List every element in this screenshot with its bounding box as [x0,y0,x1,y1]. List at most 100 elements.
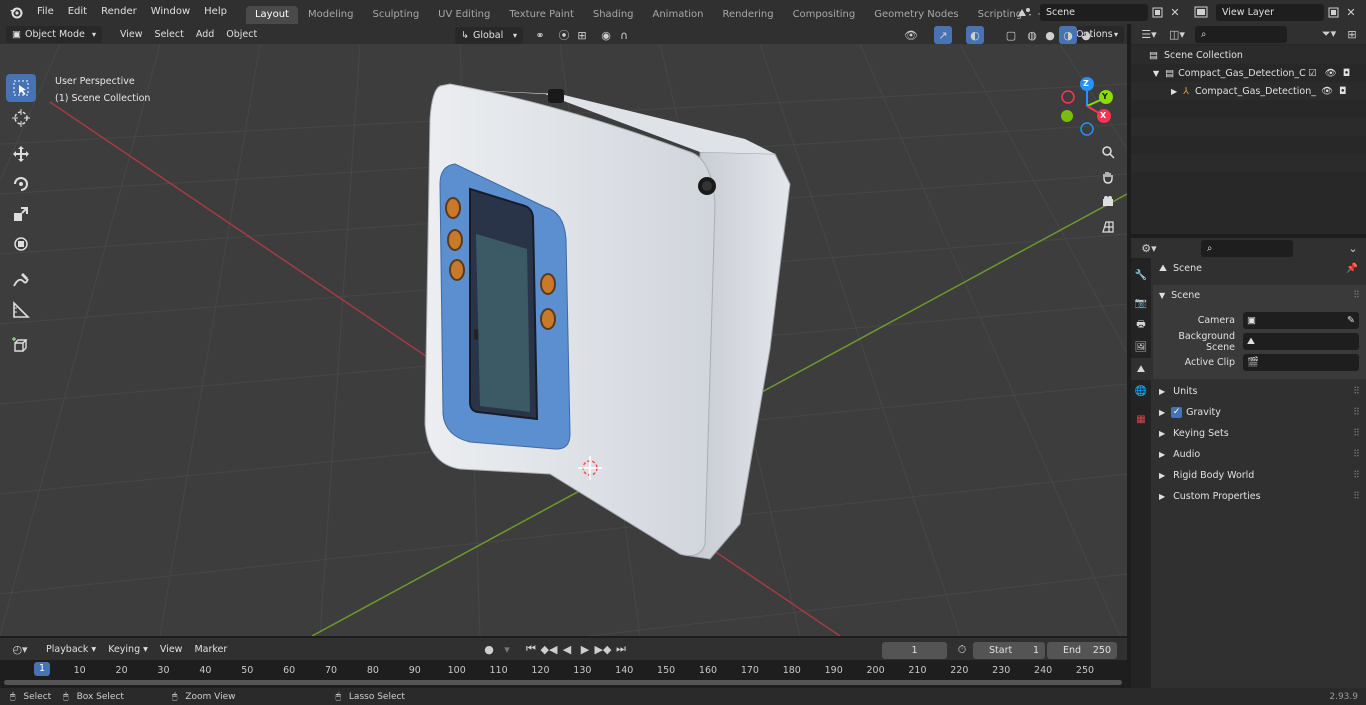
drag-handle-icon[interactable]: ⠿ [1353,449,1360,460]
transform-tool[interactable] [6,230,36,258]
start-frame-field[interactable]: Start 1 [973,641,1045,659]
xray-icon[interactable]: ▢ [1002,26,1020,44]
outliner-search-input[interactable]: ⌕ [1195,25,1287,43]
filter-icon[interactable]: ⏷▾ [1315,25,1343,43]
select-box-tool[interactable] [6,74,36,102]
camera-icon[interactable]: ◘ [1343,68,1351,79]
background-scene-field[interactable]: ⛰ [1243,333,1359,350]
menu-window[interactable]: Window [144,0,197,24]
cursor-tool[interactable] [6,104,36,132]
tab-shading[interactable]: Shading [584,6,643,24]
ortho-grid-icon[interactable] [1097,216,1119,238]
view-layer-tab-icon[interactable]: 🖼 [1131,336,1151,358]
menu-render[interactable]: Render [94,0,144,24]
tab-geometry-nodes[interactable]: Geometry Nodes [865,6,967,24]
rigid-body-world-panel-header[interactable]: ▶ Rigid Body World ⠿ [1153,465,1366,486]
tab-rendering[interactable]: Rendering [713,6,782,24]
new-scene-icon[interactable] [1148,3,1166,21]
eyedropper-icon[interactable]: ✎ [1347,315,1355,326]
zoom-icon[interactable] [1097,141,1119,163]
new-view-layer-icon[interactable] [1324,3,1342,21]
display-mode-icon[interactable]: ◫▾ [1163,25,1191,43]
drag-handle-icon[interactable]: ⠿ [1353,290,1360,301]
camera-icon[interactable]: ◘ [1339,86,1347,97]
end-frame-field[interactable]: End 250 [1047,641,1117,659]
3d-viewport[interactable]: Z Y X User Perspective (1) Scene Collect… [0,44,1127,636]
audio-panel-header[interactable]: ▶ Audio ⠿ [1153,444,1366,465]
checkbox-icon[interactable]: ☑ [1308,68,1317,79]
outliner-scene-collection[interactable]: ▤ Scene Collection [1131,46,1366,64]
eye-icon[interactable]: 👁 [1321,86,1333,97]
rendered-shading-icon[interactable]: ◕ [1077,26,1095,44]
drag-handle-icon[interactable]: ⠿ [1353,428,1360,439]
custom-properties-panel-header[interactable]: ▶ Custom Properties ⠿ [1153,486,1366,507]
blender-logo-icon[interactable] [6,3,26,21]
tab-modeling[interactable]: Modeling [299,6,363,24]
move-tool[interactable] [6,140,36,168]
jump-end-icon[interactable]: ⏭ [612,640,630,658]
scene-name-field[interactable]: Scene [1040,3,1148,21]
pan-hand-icon[interactable] [1097,166,1119,188]
tool-tab-icon[interactable]: 🔧 [1131,264,1151,286]
pin-icon[interactable]: 📌 [1346,263,1358,274]
jump-start-icon[interactable]: ⏮ [522,640,540,658]
view-layer-name-field[interactable]: View Layer [1216,3,1324,21]
auto-key-dropdown-icon[interactable]: ▾ [498,640,516,658]
camera-field[interactable]: ▣ ✎ [1243,312,1359,329]
drag-handle-icon[interactable]: ⠿ [1353,386,1360,397]
annotate-tool[interactable] [6,266,36,294]
output-tab-icon[interactable]: 🖶 [1131,314,1151,336]
close-icon[interactable]: ✕ [1166,3,1184,21]
tab-sculpting[interactable]: Sculpting [363,6,428,24]
add-cube-tool[interactable] [6,332,36,360]
timeline-menu-playback[interactable]: Playback ▾ [40,641,102,658]
outliner-item[interactable]: ▶ ⅄ Compact_Gas_Detection_ 👁 ◘ [1131,82,1366,100]
drag-handle-icon[interactable]: ⠿ [1353,491,1360,502]
menu-file[interactable]: File [30,0,61,24]
scene-tab-icon[interactable]: ⛰ [1131,358,1151,380]
proportional-edit-icon[interactable]: ◉ [597,26,615,44]
chevron-right-icon[interactable]: ▶ [1171,87,1177,96]
tab-texture-paint[interactable]: Texture Paint [500,6,583,24]
keying-sets-panel-header[interactable]: ▶ Keying Sets ⠿ [1153,423,1366,444]
viewport-menu-select[interactable]: Select [149,26,190,43]
scene-panel-header[interactable]: ▼ Scene ⠿ [1153,285,1366,306]
chevron-down-icon[interactable]: ⌄ [1344,239,1362,257]
stopwatch-icon[interactable]: ⏱ [953,641,971,659]
wireframe-shading-icon[interactable]: ◍ [1023,26,1041,44]
play-reverse-icon[interactable]: ◀ [558,640,576,658]
properties-editor-type-icon[interactable]: ⚙▾ [1135,239,1163,257]
drag-handle-icon[interactable]: ⠿ [1353,407,1360,418]
chevron-down-icon[interactable]: ▼ [1153,69,1159,78]
scale-tool[interactable] [6,200,36,228]
timeline-scrollbar[interactable] [4,680,1122,685]
tab-layout[interactable]: Layout [245,6,298,24]
outliner-editor-type-icon[interactable]: ☰▾ [1135,25,1163,43]
object-mode-dropdown[interactable]: ▣ Object Mode ▾ [6,26,102,43]
timeline-menu-keying[interactable]: Keying ▾ [102,641,154,658]
overlay-toggle-icon[interactable]: ◐ [966,26,984,44]
measure-tool[interactable] [6,296,36,324]
gravity-panel-header[interactable]: ▶ ✓ Gravity ⠿ [1153,402,1366,423]
texture-tab-icon[interactable]: ▦ [1131,408,1151,430]
rotate-tool[interactable] [6,170,36,198]
camera-view-icon[interactable] [1097,191,1119,213]
viewport-menu-view[interactable]: View [114,26,149,43]
timeline-menu-view[interactable]: View [154,641,189,658]
pivot-point-icon[interactable]: ⚭ [531,26,549,44]
units-panel-header[interactable]: ▶ Units ⠿ [1153,381,1366,402]
snap-icon[interactable]: ⦿ [555,26,573,44]
snap-target-icon[interactable]: ⊞ [573,26,591,44]
gizmo-toggle-icon[interactable]: ↗ [934,26,952,44]
next-keyframe-icon[interactable]: ▶◆ [594,640,612,658]
play-icon[interactable]: ▶ [576,640,594,658]
world-tab-icon[interactable]: 🌐 [1131,380,1151,402]
current-frame-field[interactable]: 1 [882,641,947,659]
tab-uv-editing[interactable]: UV Editing [429,6,499,24]
timeline-editor-type-icon[interactable]: ◴▾ [6,640,34,658]
properties-search-input[interactable]: ⌕ [1201,239,1293,257]
outliner-item[interactable]: ▼ ▤ Compact_Gas_Detection_Con ☑ 👁 ◘ [1131,64,1366,82]
tab-compositing[interactable]: Compositing [784,6,865,24]
active-clip-field[interactable]: 🎬 [1243,354,1359,371]
menu-help[interactable]: Help [197,0,234,24]
